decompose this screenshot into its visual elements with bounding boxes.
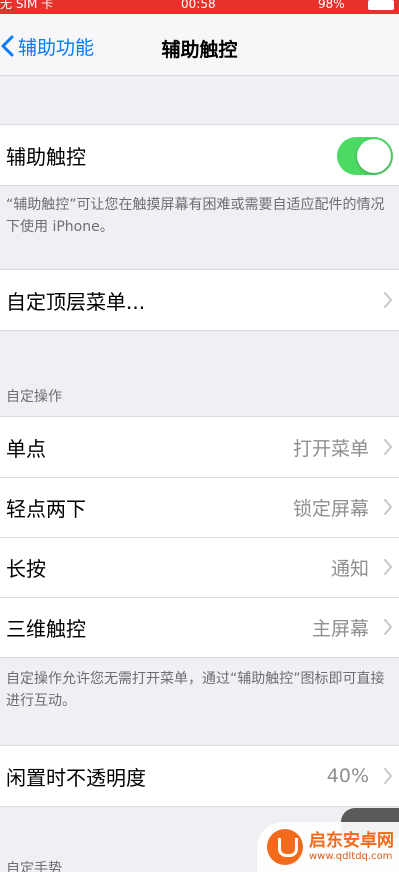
carrier-label: 无 SIM 卡	[0, 0, 54, 11]
chevron-right-icon	[384, 559, 392, 575]
toggle-knob	[357, 139, 391, 173]
assistive-touch-footnote: “辅助触控”可让您在触摸屏幕有困难或需要自适应配件的情况下使用 iPhone。	[6, 197, 385, 235]
page-title: 辅助触控	[161, 39, 238, 61]
custom-actions-group: 单点 打开菜单 轻点两下 锁定屏幕 长按 通知 三维触控 主屏幕	[0, 416, 399, 658]
watermark-text: 启东安卓网 www.qdltdq.com	[309, 831, 394, 863]
custom-actions-footnote: 自定操作允许您无需打开菜单，通过“辅助触控”图标即可直接进行互动。	[6, 671, 385, 709]
idle-opacity-row[interactable]: 闲置时不透明度 40%	[0, 746, 399, 806]
custom-gestures-header: 自定手势	[6, 861, 62, 872]
idle-opacity-group: 闲置时不透明度 40%	[0, 745, 399, 807]
idle-opacity-value: 40%	[326, 765, 369, 787]
action-value: 通知	[330, 557, 369, 580]
status-bar: 无 SIM 卡 00:58 98%	[0, 0, 399, 14]
assistive-touch-group: 辅助触控	[0, 124, 399, 186]
chevron-right-icon	[384, 619, 392, 635]
action-label: 单点	[6, 436, 46, 461]
chevron-right-icon	[384, 292, 392, 308]
action-value: 打开菜单	[292, 437, 369, 460]
action-row-double-tap[interactable]: 轻点两下 锁定屏幕	[0, 477, 399, 537]
navigation-bar: 辅助功能 辅助触控	[0, 14, 399, 76]
action-label: 三维触控	[6, 616, 86, 641]
customize-menu-label: 自定顶层菜单...	[6, 289, 146, 314]
action-row-3d-touch[interactable]: 三维触控 主屏幕	[0, 597, 399, 657]
customize-menu-row[interactable]: 自定顶层菜单...	[0, 270, 399, 330]
battery-icon	[368, 0, 394, 10]
clock: 00:58	[181, 0, 216, 11]
action-value: 锁定屏幕	[292, 497, 369, 520]
action-row-single-tap[interactable]: 单点 打开菜单	[0, 417, 399, 477]
action-label: 轻点两下	[6, 496, 86, 521]
customize-menu-group: 自定顶层菜单...	[0, 269, 399, 331]
action-row-long-press[interactable]: 长按 通知	[0, 537, 399, 597]
chevron-right-icon	[384, 439, 392, 455]
watermark-logo-icon	[267, 829, 303, 865]
chevron-right-icon	[384, 499, 392, 515]
chevron-right-icon	[384, 768, 392, 784]
watermark-name: 启东安卓网	[309, 831, 394, 851]
action-label: 长按	[6, 556, 46, 581]
assistive-touch-label: 辅助触控	[6, 144, 86, 169]
assistive-touch-toggle[interactable]	[337, 137, 393, 175]
action-value: 主屏幕	[311, 617, 369, 640]
watermark-url: www.qdltdq.com	[309, 851, 393, 862]
watermark: 启东安卓网 www.qdltdq.com	[257, 822, 399, 872]
custom-actions-header: 自定操作	[6, 389, 62, 405]
battery-percent: 98%	[318, 0, 345, 11]
assistive-touch-row: 辅助触控	[0, 125, 399, 185]
idle-opacity-label: 闲置时不透明度	[6, 765, 146, 790]
